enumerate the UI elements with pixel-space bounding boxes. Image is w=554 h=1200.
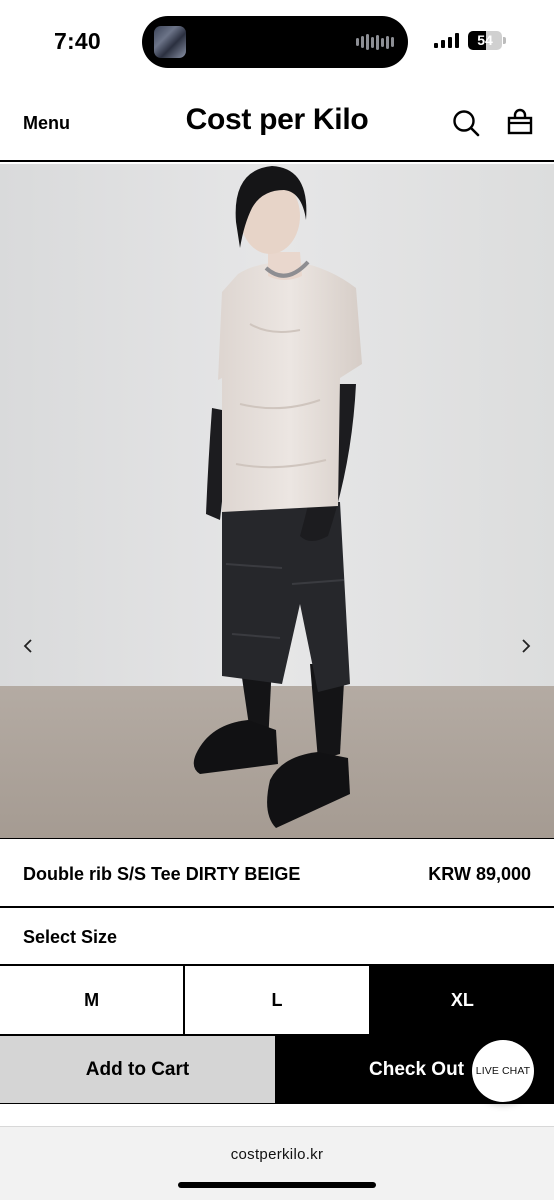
live-chat-button[interactable]: LIVE CHAT [472, 1040, 534, 1102]
chevron-right-icon[interactable] [516, 634, 536, 658]
cellular-signal-icon [434, 33, 459, 48]
size-option-m[interactable]: M [0, 966, 186, 1034]
size-selector-header: Select Size [0, 908, 554, 966]
size-options: M L XL [0, 966, 554, 1036]
add-to-cart-button[interactable]: Add to Cart [0, 1036, 277, 1103]
battery-icon: 54 [468, 31, 502, 50]
size-option-xl[interactable]: XL [370, 966, 554, 1034]
battery-percent: 54 [477, 32, 493, 48]
home-indicator[interactable] [178, 1182, 376, 1188]
status-bar: 7:40 54 [0, 0, 554, 84]
dynamic-island[interactable] [142, 16, 408, 68]
size-option-l[interactable]: L [185, 966, 371, 1034]
size-label: Select Size [23, 927, 118, 947]
product-image[interactable] [0, 164, 554, 838]
product-info: Double rib S/S Tee DIRTY BEIGE KRW 89,00… [0, 838, 554, 908]
product-price: KRW 89,000 [428, 864, 531, 884]
product-name: Double rib S/S Tee DIRTY BEIGE [23, 864, 301, 884]
purchase-actions: Add to Cart Check Out [0, 1036, 554, 1104]
check-out-label: Check Out [369, 1059, 465, 1080]
now-playing-artwork [154, 26, 186, 58]
url-text[interactable]: costperkilo.kr [0, 1146, 554, 1163]
audio-waveform-icon [356, 33, 394, 51]
search-icon[interactable] [451, 108, 481, 138]
chevron-left-icon[interactable] [18, 634, 38, 658]
browser-address-bar[interactable]: costperkilo.kr [0, 1126, 554, 1200]
model-photo [0, 164, 554, 838]
site-header: Menu Cost per Kilo [0, 84, 554, 162]
shopping-bag-icon[interactable] [505, 108, 535, 138]
status-time: 7:40 [54, 28, 101, 54]
battery-cap [503, 37, 506, 44]
